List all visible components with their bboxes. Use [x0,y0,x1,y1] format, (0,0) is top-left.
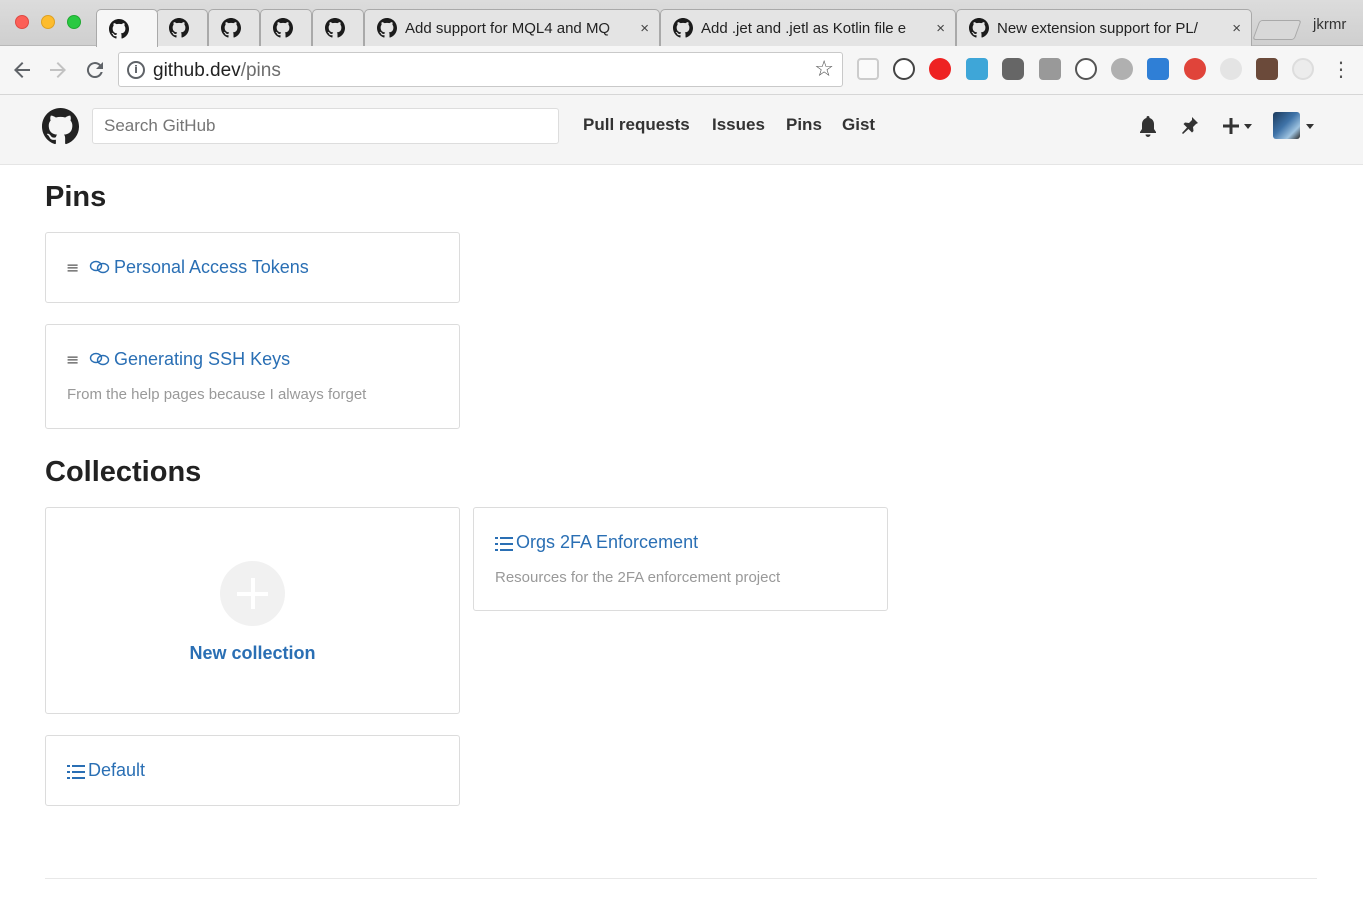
browser-tab[interactable] [260,9,312,46]
browser-tab[interactable] [312,9,364,46]
tab-title: Add support for MQL4 and MQ [405,19,611,37]
opera-extension-icon[interactable] [929,58,951,80]
info-icon[interactable]: i [127,61,145,79]
browser-tab[interactable]: Add support for MQL4 and MQ × [364,9,660,46]
pin-link[interactable]: Personal Access Tokens [114,257,309,278]
tab-close-icon[interactable]: × [936,20,945,37]
avatar[interactable] [1273,112,1300,139]
address-bar[interactable]: i github.dev/pins ☆ [118,52,843,87]
nav-pull-requests[interactable]: Pull requests [583,115,690,135]
plus-icon[interactable] [1221,114,1241,138]
github-logo-icon[interactable] [42,108,79,145]
github-icon [673,18,693,38]
sync-extension-icon[interactable] [1075,58,1097,80]
url-text[interactable]: github.dev/pins [153,60,281,82]
s-gray-extension-icon[interactable] [1039,58,1061,80]
lock-extension-icon[interactable] [1002,58,1024,80]
forward-arrow-icon[interactable] [46,58,70,82]
new-tab-button[interactable] [1252,20,1302,40]
tab-title: New extension support for PL/ [997,19,1198,37]
tab-close-icon[interactable]: × [1232,20,1241,37]
reload-icon[interactable] [83,58,107,82]
profile-name[interactable]: jkrmr [1313,16,1346,33]
new-collection-button[interactable]: New collection [46,643,459,664]
pin-description: From the help pages because I always for… [67,386,367,403]
search-input[interactable] [92,108,559,144]
pin-icon[interactable] [1179,114,1201,138]
github-icon [273,18,293,38]
coffee-extension-icon[interactable] [1256,58,1278,80]
s-extension-icon[interactable] [966,58,988,80]
drag-handle-icon[interactable]: ≡ [66,350,79,369]
link-icon [89,260,110,274]
list-icon [495,537,513,551]
pin-card[interactable]: ≡ Personal Access Tokens [45,232,460,303]
new-collection-card[interactable]: New collection [45,507,460,714]
nav-pins[interactable]: Pins [786,115,822,135]
library-extension-icon[interactable] [1147,58,1169,80]
collection-card[interactable]: Orgs 2FA Enforcement Resources for the 2… [473,507,888,611]
more-menu-icon[interactable]: ⋮ [1331,57,1351,81]
browser-tab[interactable]: Add .jet and .jetl as Kotlin file e × [660,9,956,46]
block-extension-icon[interactable] [1184,58,1206,80]
collections-title: Collections [45,456,202,488]
readability-extension-icon[interactable] [857,58,879,80]
nav-issues[interactable]: Issues [712,115,765,135]
chevron-down-icon[interactable] [1244,124,1252,129]
browser-tab[interactable] [96,9,158,47]
1password-extension-icon[interactable] [893,58,915,80]
browser-toolbar: i github.dev/pins ☆ ⋮ [0,46,1363,95]
github-icon [325,18,345,38]
minimize-window-button[interactable] [41,15,55,29]
back-arrow-icon[interactable] [10,58,34,82]
github-icon [169,18,189,38]
collection-card[interactable]: Default [45,735,460,806]
link-icon [89,352,110,366]
browser-tab-strip: Add support for MQL4 and MQ × Add .jet a… [0,0,1363,47]
close-window-button[interactable] [15,15,29,29]
github-icon [109,19,129,39]
footer-divider [45,878,1317,879]
browser-tab[interactable]: New extension support for PL/ × [956,9,1252,46]
github-icon [221,18,241,38]
zoom-window-button[interactable] [67,15,81,29]
github-header: Pull requests Issues Pins Gist [0,95,1363,165]
bell-icon[interactable] [1137,114,1159,138]
v-extension-icon[interactable] [1111,58,1133,80]
collection-description: Resources for the 2FA enforcement projec… [495,569,781,586]
plus-circle-icon[interactable] [220,561,285,626]
drag-handle-icon[interactable]: ≡ [66,258,79,277]
chevron-down-icon[interactable] [1306,124,1314,129]
settings-extension-icon[interactable] [1292,58,1314,80]
collection-link[interactable]: Orgs 2FA Enforcement [516,532,698,553]
github-icon [377,18,397,38]
browser-tab[interactable] [156,9,208,46]
circle-extension-icon[interactable] [1220,58,1242,80]
nav-gist[interactable]: Gist [842,115,875,135]
pin-card[interactable]: ≡ Generating SSH Keys From the help page… [45,324,460,429]
pin-link[interactable]: Generating SSH Keys [114,349,290,370]
pins-title: Pins [45,181,107,213]
tab-close-icon[interactable]: × [640,20,649,37]
tab-title: Add .jet and .jetl as Kotlin file e [701,19,907,37]
browser-tab[interactable] [208,9,260,46]
bookmark-star-icon[interactable]: ☆ [814,57,834,82]
list-icon [67,765,85,779]
collection-link[interactable]: Default [88,760,145,781]
github-icon [969,18,989,38]
